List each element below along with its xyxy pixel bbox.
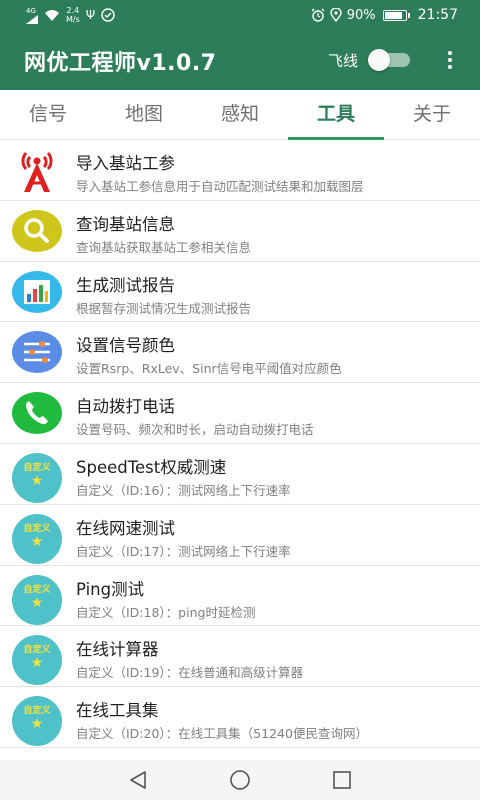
phone-icon (12, 392, 62, 435)
list-item-signal-colors[interactable]: 设置信号颜色 设置Rsrp、RxLev、Sinr信号电平阈值对应颜色 (0, 322, 480, 384)
item-title: 在线网速测试 (76, 518, 175, 538)
star-icon: ★ (30, 716, 44, 733)
item-title: 查询基站信息 (76, 214, 175, 234)
list-item-query-cell-info[interactable]: 查询基站信息 查询基站获取基站工参相关信息 (0, 201, 480, 262)
clock: 21:57 (417, 7, 458, 23)
custom-star-icon: 自定义 ★ (12, 513, 62, 564)
battery-icon (382, 9, 410, 21)
item-title: 生成测试报告 (76, 275, 175, 295)
home-circle-icon[interactable] (228, 768, 252, 792)
item-desc: 自定义（ID:18）：ping时延检测 (76, 604, 256, 620)
star-icon: ★ (30, 472, 44, 489)
tab-about[interactable]: 关于 (384, 90, 480, 139)
network-speed: 2.4 M/s (66, 6, 80, 24)
battery-percent: 90% (346, 7, 376, 23)
star-icon: ★ (30, 594, 44, 611)
custom-star-icon: 自定义 ★ (12, 696, 62, 747)
custom-star-icon: 自定义 ★ (12, 452, 62, 503)
item-title: 在线工具集 (76, 701, 159, 721)
system-nav-bar (0, 760, 480, 800)
item-desc: 设置Rsrp、RxLev、Sinr信号电平阈值对应颜色 (76, 361, 342, 377)
list-item-import-cell-params[interactable]: 导入基站工参 导入基站工参信息用于自动匹配测试结果和加载图层 (0, 140, 480, 201)
airplane-mode-toggle[interactable] (368, 49, 412, 71)
custom-icon-text: 自定义 (23, 645, 51, 656)
tab-bar: 信号 地图 感知 工具 关于 (0, 90, 480, 140)
custom-icon-text: 自定义 (23, 523, 51, 534)
airplane-mode-label: 飞线 (328, 52, 359, 70)
speed-unit: M/s (66, 15, 80, 24)
star-icon: ★ (30, 655, 44, 672)
item-title: 设置信号颜色 (76, 336, 175, 356)
list-item-online-speed-test[interactable]: 自定义 ★ 在线网速测试 自定义（ID:17）：测试网络上下行速率 (0, 505, 480, 566)
bar-chart-icon (12, 270, 62, 313)
tab-signal[interactable]: 信号 (0, 90, 96, 139)
list-item-generate-report[interactable]: 生成测试报告 根据暂存测试情况生成测试报告 (0, 262, 480, 323)
item-title: SpeedTest权威测速 (76, 457, 227, 477)
status-bar: 4G 2.4 M/s Ψ 90% 21:57 (0, 0, 480, 30)
item-desc: 查询基站获取基站工参相关信息 (76, 239, 252, 255)
item-desc: 自定义（ID:16）：测试网络上下行速率 (76, 482, 291, 498)
location-icon (330, 8, 342, 22)
usb-icon: Ψ (85, 8, 96, 22)
custom-star-icon: 自定义 ★ (12, 635, 62, 686)
item-desc: 根据暂存测试情况生成测试报告 (76, 300, 252, 316)
list-item-ping-test[interactable]: 自定义 ★ Ping测试 自定义（ID:18）：ping时延检测 (0, 566, 480, 627)
item-desc: 导入基站工参信息用于自动匹配测试结果和加载图层 (76, 179, 364, 194)
item-title: 导入基站工参 (76, 154, 175, 173)
app-title: 网优工程师v1.0.7 (24, 51, 217, 76)
wifi-icon (45, 9, 59, 21)
tools-list: 导入基站工参 导入基站工参信息用于自动匹配测试结果和加载图层 查询基站信息 查询… (0, 140, 480, 748)
back-triangle-icon[interactable] (126, 768, 150, 792)
recents-square-icon[interactable] (330, 768, 354, 792)
signal-icon (26, 14, 38, 24)
status-right: 90% 21:57 (311, 3, 458, 27)
tab-perception[interactable]: 感知 (192, 90, 288, 139)
alarm-icon (311, 8, 325, 22)
more-vert-icon[interactable] (440, 49, 460, 71)
custom-icon-text: 自定义 (23, 584, 51, 595)
item-desc: 自定义（ID:19）：在线普通和高级计算器 (76, 665, 304, 681)
item-desc: 设置号码、频次和时长，启动自动拨打电话 (76, 422, 314, 438)
search-icon (12, 209, 62, 252)
status-left: 4G 2.4 M/s Ψ (26, 3, 115, 27)
tab-tools[interactable]: 工具 (288, 90, 384, 140)
app-bar: 网优工程师v1.0.7 飞线 (0, 30, 480, 90)
network-type: 4G (26, 7, 38, 24)
star-icon: ★ (30, 533, 44, 550)
item-desc: 自定义（ID:17）：测试网络上下行速率 (76, 543, 291, 559)
item-title: 自动拨打电话 (76, 397, 175, 417)
item-desc: 自定义（ID:20）：在线工具集（51240便民查询网） (76, 726, 368, 742)
custom-icon-text: 自定义 (23, 462, 51, 473)
list-item-online-calculator[interactable]: 自定义 ★ 在线计算器 自定义（ID:19）：在线普通和高级计算器 (0, 626, 480, 688)
toggle-thumb (368, 49, 390, 71)
network-label: 4G (26, 6, 36, 15)
custom-icon-text: 自定义 (23, 706, 51, 717)
list-item-speedtest[interactable]: 自定义 ★ SpeedTest权威测速 自定义（ID:16）：测试网络上下行速率 (0, 444, 480, 505)
speed-value: 2.4 (66, 6, 80, 15)
list-item-online-toolset[interactable]: 自定义 ★ 在线工具集 自定义（ID:20）：在线工具集（51240便民查询网） (0, 687, 480, 748)
item-title: Ping测试 (76, 579, 145, 599)
custom-star-icon: 自定义 ★ (12, 574, 62, 625)
tab-map[interactable]: 地图 (96, 90, 192, 139)
cell-tower-icon (21, 152, 53, 192)
list-item-auto-dial[interactable]: 自动拨打电话 设置号码、频次和时长，启动自动拨打电话 (0, 383, 480, 444)
item-title: 在线计算器 (76, 640, 159, 660)
sliders-icon (12, 331, 62, 374)
app-notification-icon (101, 8, 115, 22)
